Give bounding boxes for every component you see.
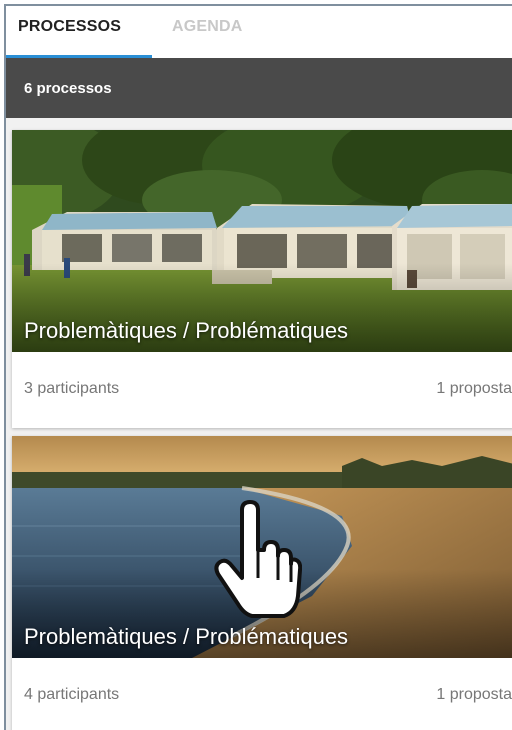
card-footer: 3 participants 1 proposta: [12, 352, 512, 428]
participants-count: 4 participants: [24, 686, 120, 703]
proposals-count: 1 proposta: [436, 686, 512, 703]
card-footer: 4 participants 1 proposta: [12, 658, 512, 730]
process-count-header: 6 processos: [6, 58, 512, 118]
app-screen: PROCESSOS AGENDA 6 processos Problemàtiq…: [4, 4, 512, 730]
participants-count: 3 participants: [24, 380, 120, 397]
proposals-count: 1 proposta: [436, 380, 512, 397]
tab-processos[interactable]: PROCESSOS: [18, 18, 121, 36]
process-count-label: 6 processos: [24, 80, 112, 97]
hand-pointer-icon: [212, 500, 303, 620]
card-title: Problemàtiques / Problématiques: [24, 318, 349, 343]
card-title: Problemàtiques / Problématiques: [24, 624, 349, 649]
tab-agenda[interactable]: AGENDA: [172, 18, 243, 36]
campsite-tents-photo: Problemàtiques / Problématiques: [12, 130, 512, 352]
process-card[interactable]: Problemàtiques / Problématiques 3 partic…: [12, 130, 512, 428]
tab-bar: PROCESSOS AGENDA: [6, 6, 512, 58]
